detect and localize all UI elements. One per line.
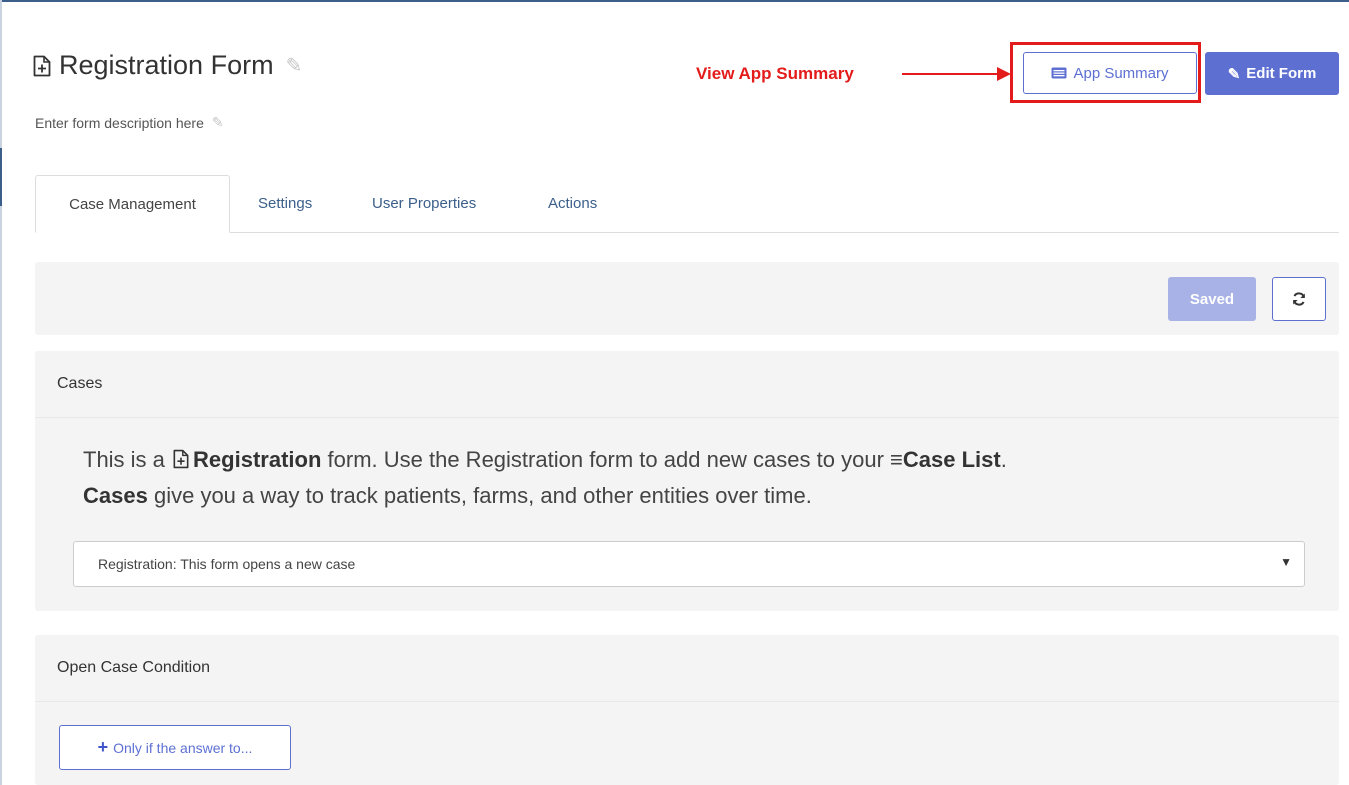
pencil-icon: ✎ [1227, 65, 1241, 83]
form-registration-icon [33, 55, 51, 76]
app-summary-label: App Summary [1073, 64, 1169, 82]
lead-text-2: form. Use the Registration form to add n… [327, 447, 884, 472]
window-left-border [0, 0, 2, 785]
cases-description: This is a Registration form. Use the Reg… [83, 442, 1303, 514]
lead-registration: Registration [193, 447, 322, 472]
annotation-arrow-head [997, 67, 1011, 81]
lead-text-1: This is a [83, 447, 165, 472]
case-list-icon: ≡ [890, 447, 903, 472]
case-action-select[interactable]: Registration: This form opens a new case… [73, 541, 1305, 587]
page-title[interactable]: Registration Form [59, 50, 274, 81]
edit-title-pencil-icon[interactable]: ✎ [286, 53, 303, 78]
open-case-condition-panel: Open Case Condition + Only if the answer… [35, 635, 1339, 785]
cases-heading: Cases [57, 375, 103, 392]
lead-text-3: . [1000, 447, 1007, 472]
tab-actions[interactable]: Actions [548, 175, 597, 232]
plus-icon: + [97, 737, 109, 757]
form-registration-icon [173, 449, 189, 469]
condition-heading: Open Case Condition [57, 659, 210, 676]
saved-button[interactable]: Saved [1168, 277, 1256, 321]
cases-panel: Cases This is a Registration form. Use t… [35, 351, 1339, 611]
tab-settings[interactable]: Settings [258, 175, 312, 232]
edit-form-button[interactable]: ✎ Edit Form [1205, 52, 1339, 95]
tab-user-properties[interactable]: User Properties [372, 175, 476, 232]
condition-panel-heading: Open Case Condition [35, 635, 1339, 702]
edit-form-label: Edit Form [1246, 65, 1317, 82]
lead-case-list: Case List [902, 447, 1001, 472]
cases-panel-heading: Cases [35, 351, 1339, 418]
case-action-select-value: Registration: This form opens a new case [98, 556, 356, 572]
window-top-border [0, 0, 1349, 2]
add-condition-label: Only if the answer to... [113, 739, 253, 756]
tab-bar: Case Management Settings User Properties… [35, 175, 1339, 233]
refresh-button[interactable] [1272, 277, 1326, 321]
annotation-arrow-line [902, 73, 1000, 75]
lead-text-4: give you a way to track patients, farms,… [153, 483, 812, 508]
form-description-row: Enter form description here ✎ [35, 114, 224, 131]
add-condition-button[interactable]: + Only if the answer to... [59, 725, 291, 770]
refresh-icon [1293, 292, 1305, 306]
left-edge-marker [0, 148, 2, 206]
edit-description-pencil-icon[interactable]: ✎ [212, 114, 224, 131]
save-toolbar [35, 262, 1339, 335]
form-title-row: Registration Form ✎ [33, 50, 302, 81]
form-description[interactable]: Enter form description here [35, 115, 204, 131]
app-summary-button[interactable]: App Summary [1023, 52, 1197, 94]
tab-case-management[interactable]: Case Management [35, 175, 230, 233]
caret-down-icon: ▼ [1280, 555, 1292, 569]
lead-cases: Cases [83, 483, 148, 508]
annotation-label: View App Summary [696, 64, 854, 83]
list-alt-icon [1051, 67, 1067, 79]
